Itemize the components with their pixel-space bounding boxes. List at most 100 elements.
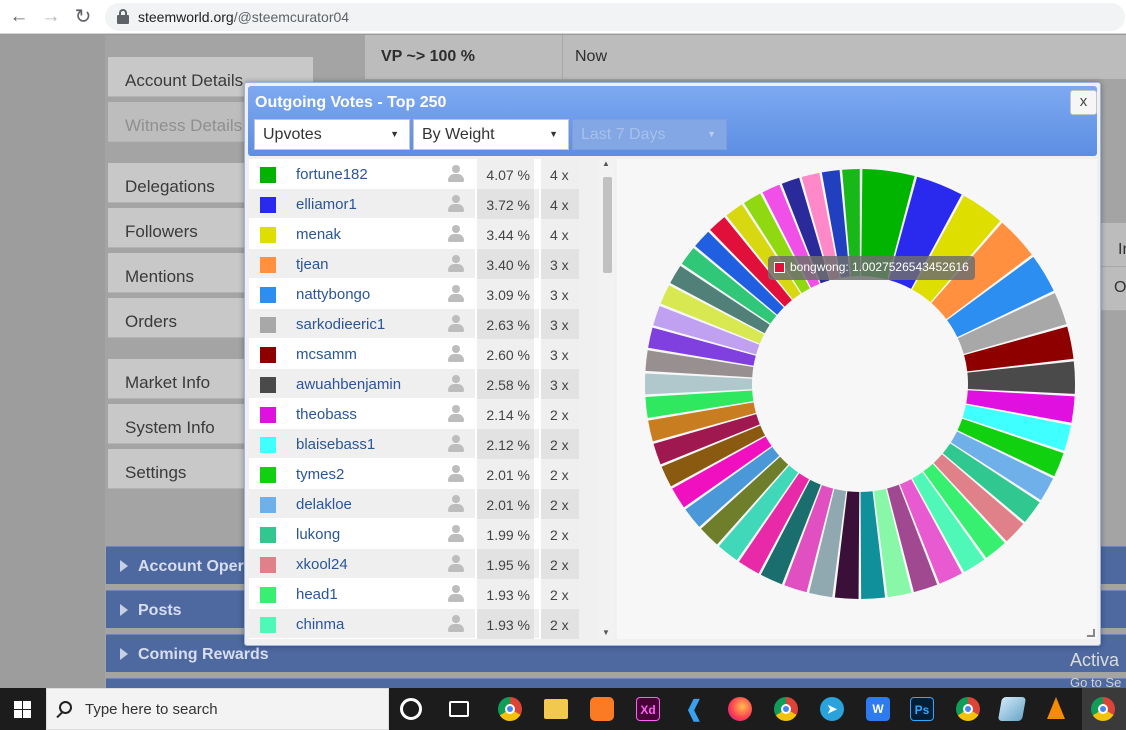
- vote-count: 4 x: [539, 159, 579, 189]
- user-icon[interactable]: [448, 525, 464, 543]
- voter-link[interactable]: lukong: [296, 526, 340, 543]
- voter-link[interactable]: nattybongo: [296, 286, 370, 303]
- cortana-icon[interactable]: [400, 698, 422, 720]
- forward-button[interactable]: →: [38, 4, 64, 30]
- user-icon[interactable]: [448, 465, 464, 483]
- sort-select[interactable]: By Weight ▼: [413, 119, 569, 150]
- table-row[interactable]: menak 3.44 % 4 x: [249, 219, 579, 249]
- voter-link[interactable]: delakloe: [296, 496, 352, 513]
- voter-link[interactable]: menak: [296, 226, 341, 243]
- windows-logo-icon: [23, 710, 31, 718]
- firefox-icon[interactable]: [728, 697, 752, 721]
- wps-icon[interactable]: W: [866, 697, 890, 721]
- xampp-icon[interactable]: [590, 697, 614, 721]
- voter-link[interactable]: blaisebass1: [296, 436, 375, 453]
- windows-taskbar: Type here to search Xd ❰ ➤ W Ps: [0, 688, 1126, 730]
- table-row[interactable]: lukong 1.99 % 2 x: [249, 519, 579, 549]
- voter-link[interactable]: xkool24: [296, 556, 348, 573]
- voter-link[interactable]: theobass: [296, 406, 357, 423]
- resize-grip-icon[interactable]: [1087, 629, 1095, 637]
- user-icon[interactable]: [448, 615, 464, 633]
- user-icon[interactable]: [448, 345, 464, 363]
- user-icon[interactable]: [448, 225, 464, 243]
- sort-value: By Weight: [422, 126, 495, 143]
- user-icon[interactable]: [448, 255, 464, 273]
- file-explorer-icon[interactable]: [544, 699, 568, 719]
- vote-count: 3 x: [539, 279, 579, 309]
- vote-count: 2 x: [539, 399, 579, 429]
- chevron-down-icon: ▼: [707, 129, 716, 139]
- chrome-icon[interactable]: [498, 697, 522, 721]
- scroll-up-icon[interactable]: ▲: [602, 159, 610, 168]
- vote-count: 2 x: [539, 549, 579, 579]
- notepad-icon[interactable]: [997, 697, 1027, 721]
- start-button[interactable]: [0, 688, 46, 730]
- user-icon[interactable]: [448, 165, 464, 183]
- user-icon[interactable]: [448, 405, 464, 423]
- voter-link[interactable]: awuahbenjamin: [296, 376, 401, 393]
- back-button[interactable]: ←: [6, 4, 32, 30]
- user-icon[interactable]: [448, 285, 464, 303]
- chrome-active-icon[interactable]: [1091, 697, 1115, 721]
- donut-slice-other[interactable]: [645, 373, 753, 395]
- table-row[interactable]: chinma 1.93 % 2 x: [249, 609, 579, 639]
- user-icon[interactable]: [448, 315, 464, 333]
- adobe-xd-icon[interactable]: Xd: [636, 697, 660, 721]
- table-row[interactable]: elliamor1 3.72 % 4 x: [249, 189, 579, 219]
- task-view-icon[interactable]: [449, 701, 469, 717]
- voter-link[interactable]: tjean: [296, 256, 329, 273]
- table-row[interactable]: fortune182 4.07 % 4 x: [249, 159, 579, 189]
- voter-link[interactable]: sarkodieeric1: [296, 316, 385, 333]
- table-row[interactable]: nattybongo 3.09 % 3 x: [249, 279, 579, 309]
- voter-link[interactable]: fortune182: [296, 166, 368, 183]
- vote-percent: 1.93 %: [475, 579, 534, 609]
- reload-button[interactable]: ↻: [70, 4, 96, 30]
- voter-link[interactable]: chinma: [296, 616, 344, 633]
- chrome-profile-icon[interactable]: [956, 697, 980, 721]
- taskbar-search-box[interactable]: Type here to search: [46, 688, 389, 730]
- donut-svg: [645, 169, 1075, 599]
- table-row[interactable]: blaisebass1 2.12 % 2 x: [249, 429, 579, 459]
- user-icon[interactable]: [448, 555, 464, 573]
- table-row[interactable]: sarkodieeric1 2.63 % 3 x: [249, 309, 579, 339]
- photoshop-icon[interactable]: Ps: [910, 697, 934, 721]
- votes-list-scrollbar[interactable]: ▲ ▼: [599, 159, 615, 639]
- vp-label: VP ~> 100 %: [381, 48, 475, 65]
- chrome-alt-icon[interactable]: [774, 697, 798, 721]
- section-label: Coming Rewards: [138, 646, 269, 663]
- time-range-select[interactable]: Last 7 Days ▼: [572, 119, 727, 150]
- user-icon[interactable]: [448, 495, 464, 513]
- user-icon[interactable]: [448, 375, 464, 393]
- color-swatch: [260, 347, 276, 363]
- table-row[interactable]: awuahbenjamin 2.58 % 3 x: [249, 369, 579, 399]
- vote-percent: 1.95 %: [475, 549, 534, 579]
- user-icon[interactable]: [448, 195, 464, 213]
- voter-link[interactable]: elliamor1: [296, 196, 357, 213]
- voting-power-row: VP ~> 100 % Now: [365, 35, 1126, 79]
- vscode-icon[interactable]: ❰: [682, 697, 706, 721]
- user-icon[interactable]: [448, 435, 464, 453]
- user-icon[interactable]: [448, 585, 464, 603]
- section-next[interactable]: [106, 678, 1126, 688]
- table-row[interactable]: tymes2 2.01 % 2 x: [249, 459, 579, 489]
- voter-link[interactable]: tymes2: [296, 466, 344, 483]
- scroll-thumb[interactable]: [603, 177, 612, 273]
- address-bar[interactable]: steemworld.org/@steemcurator04: [105, 3, 1125, 31]
- vote-count: 2 x: [539, 489, 579, 519]
- table-row[interactable]: delakloe 2.01 % 2 x: [249, 489, 579, 519]
- table-row[interactable]: xkool24 1.95 % 2 x: [249, 549, 579, 579]
- table-row[interactable]: head1 1.93 % 2 x: [249, 579, 579, 609]
- voter-link[interactable]: mcsamm: [296, 346, 357, 363]
- table-row[interactable]: mcsamm 2.60 % 3 x: [249, 339, 579, 369]
- scroll-down-icon[interactable]: ▼: [602, 628, 610, 637]
- close-button[interactable]: x: [1070, 90, 1097, 115]
- vlc-icon[interactable]: [1044, 697, 1068, 721]
- vote-type-select[interactable]: Upvotes ▼: [254, 119, 410, 150]
- table-row[interactable]: tjean 3.40 % 3 x: [249, 249, 579, 279]
- lock-icon: [117, 9, 129, 25]
- telegram-icon[interactable]: ➤: [820, 697, 844, 721]
- voter-link[interactable]: head1: [296, 586, 338, 603]
- url-text[interactable]: steemworld.org/@steemcurator04: [138, 9, 349, 25]
- votes-list[interactable]: fortune182 4.07 % 4 x elliamor1 3.72 % 4 x men…: [249, 159, 579, 639]
- table-row[interactable]: theobass 2.14 % 2 x: [249, 399, 579, 429]
